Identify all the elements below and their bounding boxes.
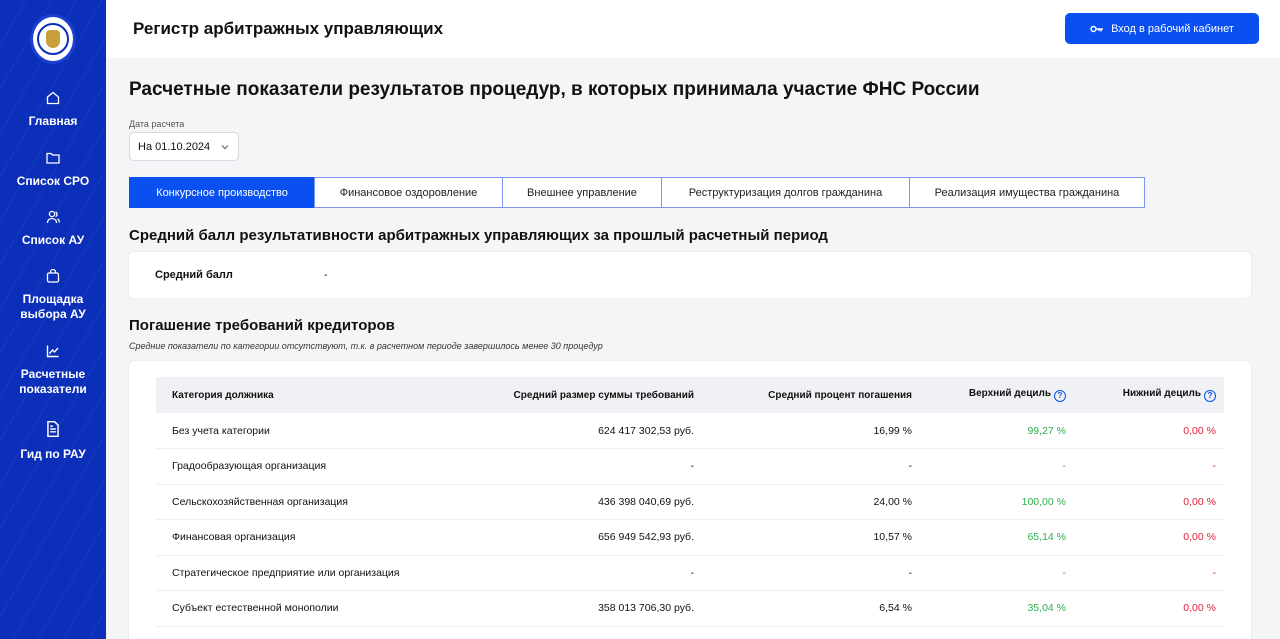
cell-avg-claims: - [456,555,702,591]
sidebar-item-au-platform[interactable]: Площадка выбора АУ [0,268,106,322]
sidebar-item-label: Площадка выбора АУ [20,292,86,321]
table-row: Без учета категории 624 417 302,53 руб. … [156,413,1224,449]
main-content: Расчетные показатели результатов процеду… [106,58,1280,639]
cell-avg-claims: - [456,448,702,485]
home-icon [46,91,60,105]
sidebar-item-label: Главная [28,114,78,128]
cell-upper-decile: 99,27 % [920,413,1074,449]
top-header: Регистр арбитражных управляющих Вход в р… [106,0,1280,58]
key-icon [1090,25,1104,32]
cell-lower-decile: - [1074,448,1224,485]
help-icon[interactable]: ? [1054,389,1066,402]
col-avg-claims: Средний размер суммы требований [456,377,702,413]
sidebar-item-label: Расчетные показатели [19,367,87,396]
cell-lower-decile: 0,00 % [1074,519,1224,556]
cell-avg-repayment: 10,57 % [702,519,920,556]
table-row: Субъект естественной монополии 358 013 7… [156,590,1224,627]
repayment-table: Категория должника Средний размер суммы … [156,377,1224,627]
cell-avg-repayment: 16,99 % [702,413,920,449]
avg-score-title: Средний балл результативности арбитражны… [129,227,828,244]
cell-lower-decile: - [1074,555,1224,591]
cell-avg-repayment: - [702,555,920,591]
procedure-tabs: Конкурсное производство Финансовое оздор… [129,177,1145,208]
folder-icon [46,152,60,164]
cell-upper-decile: 35,04 % [920,590,1074,627]
date-label: Дата расчета [129,119,185,129]
cell-avg-repayment: 24,00 % [702,484,920,520]
cell-category: Без учета категории [156,413,456,449]
repayment-title: Погашение требований кредиторов [129,317,395,334]
sidebar: Главная Список СРО Список АУ Площадка вы… [0,0,106,639]
repayment-note: Средние показатели по категории отсутств… [129,341,603,351]
col-category: Категория должника [156,377,456,413]
tab-financial-recovery[interactable]: Финансовое оздоровление [314,177,503,208]
date-select[interactable]: На 01.10.2024 [129,132,239,161]
sidebar-item-indicators[interactable]: Расчетные показатели [0,343,106,397]
cell-avg-repayment: 6,54 % [702,590,920,627]
cell-avg-claims: 624 417 302,53 руб. [456,413,702,449]
table-row: Градообразующая организация - - - - [156,448,1224,485]
sidebar-item-guide[interactable]: Гид по РАУ [0,419,106,462]
repayment-card: Категория должника Средний размер суммы … [129,361,1251,639]
help-icon[interactable]: ? [1204,389,1216,402]
tab-external-management[interactable]: Внешнее управление [502,177,662,208]
site-title: Регистр арбитражных управляющих [133,19,444,38]
col-upper-decile: Верхний дециль? [920,377,1074,413]
eagle-emblem-icon [46,30,60,48]
avg-score-card: Средний балл - [129,252,1251,298]
cell-upper-decile: - [920,555,1074,591]
sidebar-item-home[interactable]: Главная [0,90,106,129]
cell-upper-decile: - [920,448,1074,485]
users-icon [46,210,60,224]
cell-category: Градообразующая организация [156,448,456,485]
page-title: Расчетные показатели результатов процеду… [129,79,980,100]
col-lower-decile: Нижний дециль? [1074,377,1224,413]
col-avg-repayment: Средний процент погашения [702,377,920,413]
sidebar-item-au-list[interactable]: Список АУ [0,209,106,248]
sidebar-item-label: Список СРО [16,174,90,188]
cell-avg-repayment: - [702,448,920,485]
cell-lower-decile: 0,00 % [1074,413,1224,449]
cell-category: Субъект естественной монополии [156,590,456,627]
cell-avg-claims: 358 013 706,30 руб. [456,590,702,627]
fns-logo[interactable] [30,14,76,64]
tab-bankruptcy[interactable]: Конкурсное производство [129,177,315,208]
chevron-down-icon [221,145,229,150]
date-select-value: На 01.10.2024 [138,140,211,153]
col-upper-decile-label: Верхний дециль [968,388,1051,400]
cell-category: Сельскохозяйственная организация [156,484,456,520]
table-row: Стратегическое предприятие или организац… [156,555,1224,591]
cell-category: Финансовая организация [156,519,456,556]
emblem-ring [37,23,69,55]
login-button[interactable]: Вход в рабочий кабинет [1065,13,1259,44]
document-icon [47,420,59,438]
tab-debt-restructuring[interactable]: Реструктуризация долгов гражданина [661,177,910,208]
sidebar-item-label: Гид по РАУ [20,447,86,461]
cell-avg-claims: 656 949 542,93 руб. [456,519,702,556]
cell-lower-decile: 0,00 % [1074,590,1224,627]
sidebar-item-label: Список АУ [21,233,85,247]
cell-avg-claims: 436 398 040,69 руб. [456,484,702,520]
bag-icon [46,268,60,283]
cell-upper-decile: 100,00 % [920,484,1074,520]
cell-lower-decile: 0,00 % [1074,484,1224,520]
avg-score-label: Средний балл [155,269,233,281]
tab-property-sale[interactable]: Реализация имущества гражданина [909,177,1145,208]
cell-upper-decile: 65,14 % [920,519,1074,556]
sidebar-item-sro-list[interactable]: Список СРО [0,150,106,189]
cell-category: Стратегическое предприятие или организац… [156,555,456,591]
table-row: Сельскохозяйственная организация 436 398… [156,484,1224,520]
login-button-label: Вход в рабочий кабинет [1111,22,1234,35]
chart-icon [46,345,59,358]
col-lower-decile-label: Нижний дециль [1122,388,1201,400]
table-header-row: Категория должника Средний размер суммы … [156,377,1224,413]
avg-score-value: - [324,269,328,281]
table-row: Финансовая организация 656 949 542,93 ру… [156,519,1224,556]
